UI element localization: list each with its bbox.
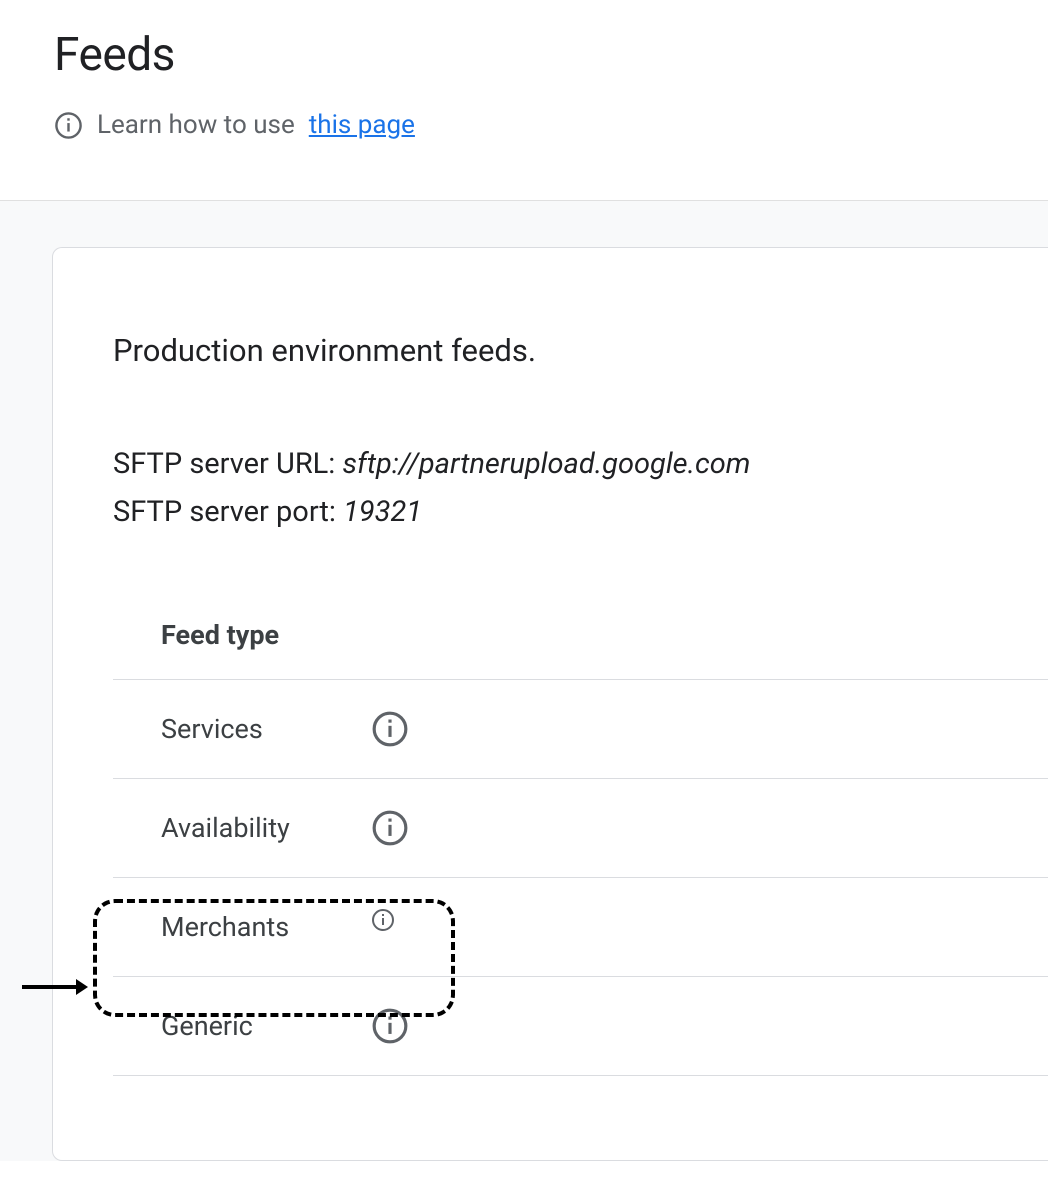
- info-icon: [54, 111, 83, 140]
- row-label-services: Services: [161, 713, 311, 745]
- annotation-arrow-icon: [22, 976, 88, 998]
- row-label-availability: Availability: [161, 812, 311, 844]
- learn-prefix: Learn how to use: [97, 110, 295, 140]
- table-row: Generic: [113, 976, 1048, 1076]
- page-title: Feeds: [54, 28, 1048, 82]
- card-heading: Production environment feeds.: [113, 332, 1048, 369]
- table-row: Availability: [113, 778, 1048, 877]
- content-area: Production environment feeds. SFTP serve…: [0, 200, 1048, 1161]
- info-icon[interactable]: [371, 710, 409, 748]
- learn-link[interactable]: this page: [309, 110, 415, 140]
- sftp-port-label: SFTP server port:: [113, 495, 343, 529]
- sftp-block: SFTP server URL: sftp://partnerupload.go…: [113, 441, 1048, 537]
- row-label-merchants: Merchants: [161, 911, 311, 943]
- table-header-feed-type: Feed type: [113, 619, 1048, 679]
- table-row: Services: [113, 679, 1048, 778]
- info-icon[interactable]: [371, 1007, 409, 1045]
- info-icon[interactable]: [371, 908, 409, 946]
- feeds-card: Production environment feeds. SFTP serve…: [52, 247, 1048, 1161]
- info-icon[interactable]: [371, 809, 409, 847]
- row-label-generic: Generic: [161, 1010, 311, 1042]
- sftp-url-value: sftp://partnerupload.google.com: [343, 447, 751, 481]
- feed-type-table: Feed type Services Availability: [113, 619, 1048, 1076]
- learn-how-row: Learn how to use this page: [54, 110, 1048, 140]
- table-row: Merchants: [113, 877, 1048, 976]
- sftp-port-value: 19321: [343, 495, 422, 529]
- sftp-url-label: SFTP server URL:: [113, 447, 343, 481]
